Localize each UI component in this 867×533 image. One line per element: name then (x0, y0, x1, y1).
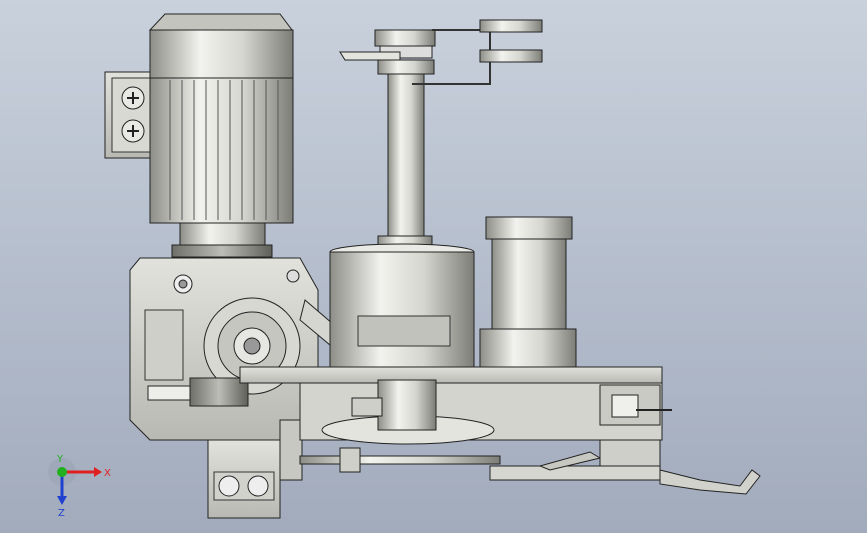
terminal-box (104, 71, 156, 159)
z-axis-arrowhead (57, 496, 67, 505)
orientation-triad: X Y Z (48, 454, 111, 519)
z-axis-label: Z (58, 508, 65, 519)
column-assembly (339, 19, 543, 251)
cad-viewport[interactable]: X Y Z (0, 0, 867, 533)
cylinder-housing (329, 243, 475, 368)
base-plate (239, 366, 672, 445)
motor (148, 13, 294, 258)
side-cylinder (479, 216, 577, 370)
y-axis-label: Y (56, 454, 64, 465)
x-axis-arrowhead (94, 467, 102, 477)
actuator-rod (299, 439, 761, 495)
assembly-model[interactable] (0, 0, 867, 533)
y-axis-dot (57, 467, 67, 477)
x-axis-label: X (104, 468, 111, 479)
